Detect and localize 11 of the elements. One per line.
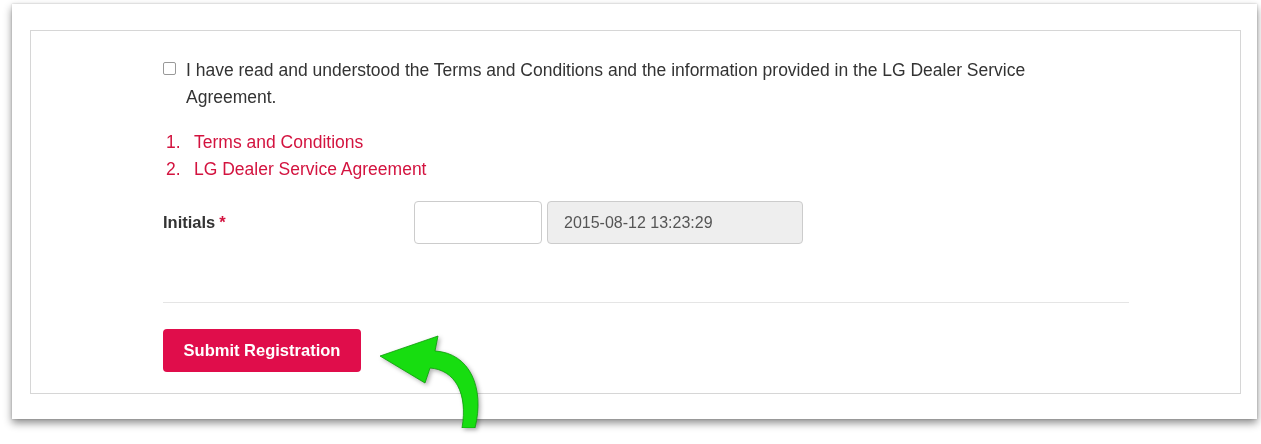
agreement-checkbox[interactable]: [163, 62, 176, 75]
initials-field[interactable]: [414, 201, 542, 244]
list-number: 1.: [166, 131, 182, 154]
list-number: 2.: [166, 158, 182, 181]
timestamp-field: 2015-08-12 13:23:29: [547, 201, 803, 244]
agreement-text: I have read and understood the Terms and Conditions and the information provided in the LG Dealer Service Agreement.: [186, 59, 1027, 109]
document-link[interactable]: Terms and Conditions: [194, 129, 364, 156]
submit-button[interactable]: Submit Registration: [163, 329, 361, 372]
document-link[interactable]: LG Dealer Service Agreement: [194, 156, 427, 183]
required-mark: *: [219, 213, 226, 232]
initials-label: Initials: [163, 213, 216, 232]
